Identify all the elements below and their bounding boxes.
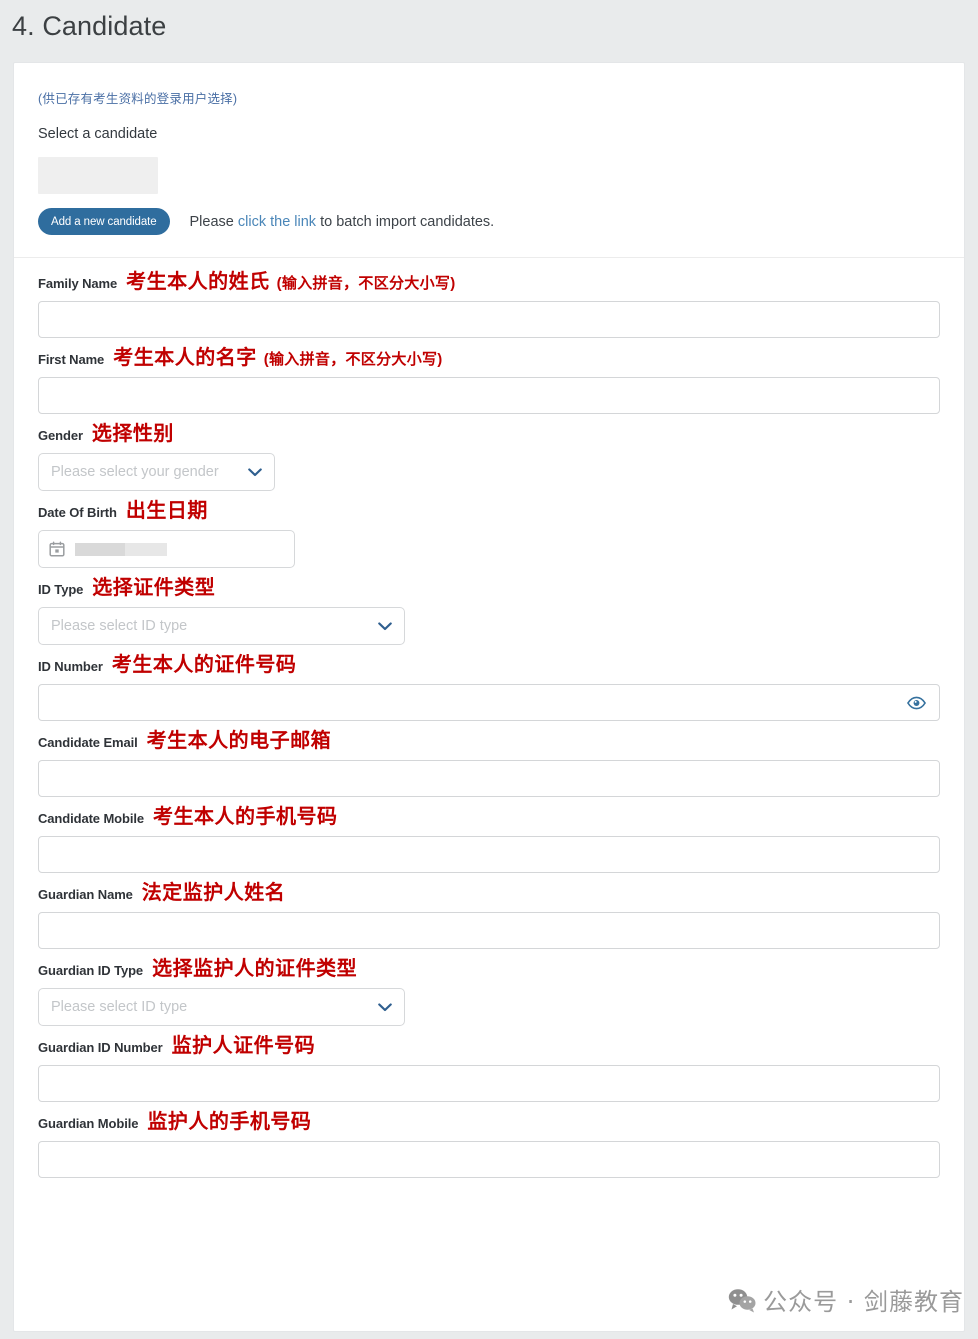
annotation-id-number: 考生本人的证件号码 bbox=[111, 654, 297, 676]
annotation-note-first-name: (输入拼音，不区分大小写) bbox=[263, 351, 443, 368]
select-candidate-label: Select a candidate bbox=[38, 126, 158, 142]
batch-import-link[interactable]: click the link bbox=[238, 214, 316, 230]
input-date-of-birth[interactable] bbox=[38, 530, 295, 568]
field-gender: Gender 选择性别 Please select your gender bbox=[38, 424, 940, 491]
input-family-name[interactable] bbox=[38, 301, 940, 338]
label-id-type: ID Type 选择证件类型 bbox=[38, 578, 940, 600]
label-en-first-name: First Name bbox=[38, 352, 105, 367]
input-first-name[interactable] bbox=[38, 377, 940, 414]
label-en-date-of-birth: Date Of Birth bbox=[38, 505, 117, 520]
input-candidate-email[interactable] bbox=[38, 760, 940, 797]
input-candidate-mobile[interactable] bbox=[38, 836, 940, 873]
label-first-name: First Name 考生本人的名字 (输入拼音，不区分大小写) bbox=[38, 348, 940, 370]
select-id-type[interactable]: Please select ID type bbox=[38, 607, 405, 645]
label-en-id-number: ID Number bbox=[38, 659, 103, 674]
annotation-first-name: 考生本人的名字 bbox=[113, 347, 257, 369]
page-root: 4. Candidate (供已存有考生资料的登录用户选择) Select a … bbox=[0, 0, 978, 1339]
label-gender: Gender 选择性别 bbox=[38, 424, 940, 446]
annotation-guardian-id-number: 监护人证件号码 bbox=[171, 1035, 316, 1057]
label-guardian-id-type: Guardian ID Type 选择监护人的证件类型 bbox=[38, 959, 940, 981]
label-candidate-mobile: Candidate Mobile 考生本人的手机号码 bbox=[38, 807, 940, 829]
candidate-card: (供已存有考生资料的登录用户选择) Select a candidate Add… bbox=[13, 62, 965, 1332]
label-candidate-email: Candidate Email 考生本人的电子邮箱 bbox=[38, 731, 940, 753]
label-guardian-id-number: Guardian ID Number 监护人证件号码 bbox=[38, 1036, 940, 1058]
label-en-id-type: ID Type bbox=[38, 582, 84, 597]
calendar-icon bbox=[49, 541, 65, 557]
input-guardian-mobile[interactable] bbox=[38, 1141, 940, 1178]
annotation-guardian-id-type: 选择监护人的证件类型 bbox=[152, 958, 358, 980]
chinese-hint-text: (供已存有考生资料的登录用户选择) bbox=[38, 92, 238, 106]
field-guardian-mobile: Guardian Mobile 监护人的手机号码 bbox=[38, 1112, 940, 1178]
label-en-gender: Gender bbox=[38, 428, 83, 443]
annotation-candidate-mobile: 考生本人的手机号码 bbox=[153, 806, 338, 828]
label-en-guardian-mobile: Guardian Mobile bbox=[38, 1116, 139, 1131]
select-gender[interactable]: Please select your gender bbox=[38, 453, 275, 491]
label-en-guardian-id-type: Guardian ID Type bbox=[38, 963, 144, 978]
label-en-family-name: Family Name bbox=[38, 276, 118, 291]
import-prefix: Please bbox=[189, 213, 238, 230]
candidate-actions-row: Add a new candidate Please click the lin… bbox=[38, 208, 940, 257]
annotation-family-name: 考生本人的姓氏 bbox=[126, 271, 270, 293]
field-family-name: Family Name 考生本人的姓氏 (输入拼音，不区分大小写) bbox=[38, 272, 940, 338]
import-suffix: to batch import candidates. bbox=[316, 213, 495, 230]
input-guardian-name[interactable] bbox=[38, 912, 940, 949]
field-guardian-id-type: Guardian ID Type 选择监护人的证件类型 Please selec… bbox=[38, 959, 940, 1026]
field-id-type: ID Type 选择证件类型 Please select ID type bbox=[38, 578, 940, 645]
annotation-note-family-name: (输入拼音，不区分大小写) bbox=[276, 275, 456, 292]
select-guardian-id-type-placeholder: Please select ID type bbox=[51, 999, 188, 1015]
eye-icon[interactable] bbox=[907, 696, 926, 709]
label-en-guardian-name: Guardian Name bbox=[38, 887, 133, 902]
input-id-number[interactable] bbox=[38, 684, 940, 721]
page-title: 4. Candidate bbox=[12, 11, 167, 41]
label-en-candidate-email: Candidate Email bbox=[38, 735, 138, 750]
select-guardian-id-type[interactable]: Please select ID type bbox=[38, 988, 405, 1026]
date-value-redacted-2 bbox=[125, 542, 167, 556]
annotation-id-type: 选择证件类型 bbox=[92, 577, 216, 599]
field-guardian-id-number: Guardian ID Number 监护人证件号码 bbox=[38, 1036, 940, 1102]
label-guardian-name: Guardian Name 法定监护人姓名 bbox=[38, 883, 940, 905]
field-date-of-birth: Date Of Birth 出生日期 bbox=[38, 501, 940, 568]
annotation-gender: 选择性别 bbox=[91, 423, 174, 445]
field-first-name: First Name 考生本人的名字 (输入拼音，不区分大小写) bbox=[38, 348, 940, 414]
candidate-select-section: (供已存有考生资料的登录用户选择) Select a candidate Add… bbox=[14, 63, 964, 257]
label-id-number: ID Number 考生本人的证件号码 bbox=[38, 655, 940, 677]
batch-import-text: Please click the link to batch import ca… bbox=[190, 213, 495, 231]
chevron-down-icon bbox=[248, 467, 262, 476]
input-guardian-id-number[interactable] bbox=[38, 1065, 940, 1102]
chevron-down-icon bbox=[378, 621, 392, 630]
label-en-candidate-mobile: Candidate Mobile bbox=[38, 811, 145, 826]
annotation-date-of-birth: 出生日期 bbox=[125, 500, 208, 522]
annotation-candidate-email: 考生本人的电子邮箱 bbox=[146, 730, 332, 752]
add-new-candidate-button[interactable]: Add a new candidate bbox=[38, 208, 170, 235]
select-gender-placeholder: Please select your gender bbox=[51, 464, 219, 480]
field-guardian-name: Guardian Name 法定监护人姓名 bbox=[38, 883, 940, 949]
input-wrapper-id-number bbox=[38, 684, 940, 721]
chevron-down-icon bbox=[378, 1002, 392, 1011]
select-id-type-placeholder: Please select ID type bbox=[51, 618, 188, 634]
label-family-name: Family Name 考生本人的姓氏 (输入拼音，不区分大小写) bbox=[38, 272, 940, 294]
field-id-number: ID Number 考生本人的证件号码 bbox=[38, 655, 940, 721]
date-value-redacted-1 bbox=[75, 542, 125, 556]
candidate-form: Family Name 考生本人的姓氏 (输入拼音，不区分大小写) First … bbox=[14, 258, 964, 1178]
field-candidate-email: Candidate Email 考生本人的电子邮箱 bbox=[38, 731, 940, 797]
annotation-guardian-name: 法定监护人姓名 bbox=[141, 882, 286, 904]
label-date-of-birth: Date Of Birth 出生日期 bbox=[38, 501, 940, 523]
field-candidate-mobile: Candidate Mobile 考生本人的手机号码 bbox=[38, 807, 940, 873]
label-en-guardian-id-number: Guardian ID Number bbox=[38, 1040, 163, 1055]
label-guardian-mobile: Guardian Mobile 监护人的手机号码 bbox=[38, 1112, 940, 1134]
candidate-select-redacted[interactable] bbox=[38, 157, 158, 194]
annotation-guardian-mobile: 监护人的手机号码 bbox=[147, 1111, 312, 1133]
